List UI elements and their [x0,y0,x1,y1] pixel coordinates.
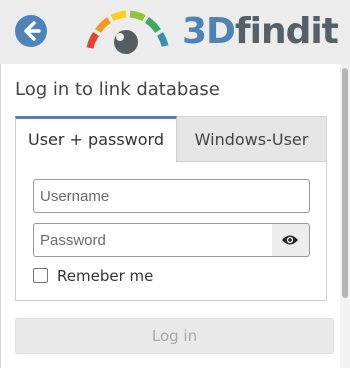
show-password-button[interactable] [272,223,310,257]
tab-windows-user[interactable]: Windows-User [177,116,327,162]
tab-content: Remeber me [15,161,327,301]
eye-icon [282,235,298,245]
back-button[interactable] [15,15,47,47]
remember-me-checkbox[interactable] [33,268,48,283]
brand-logo-text: 3Dfindit [182,11,339,52]
password-input[interactable] [33,223,273,257]
logo-3d: 3D [182,11,236,52]
scrollbar-thumb[interactable] [342,68,348,298]
username-input[interactable] [33,179,310,213]
panel-title: Log in to link database [15,79,220,100]
logo-findit: findit [234,11,339,52]
arrow-left-icon [24,21,41,41]
login-panel: Log in to link database User + password … [0,64,350,368]
login-button[interactable]: Log in [15,318,334,354]
gauge-logo-icon [86,10,169,54]
remember-me-label: Remeber me [57,267,154,285]
scrollbar[interactable] [340,64,350,368]
header: 3Dfindit [0,0,350,64]
tab-user-password[interactable]: User + password [15,116,177,162]
